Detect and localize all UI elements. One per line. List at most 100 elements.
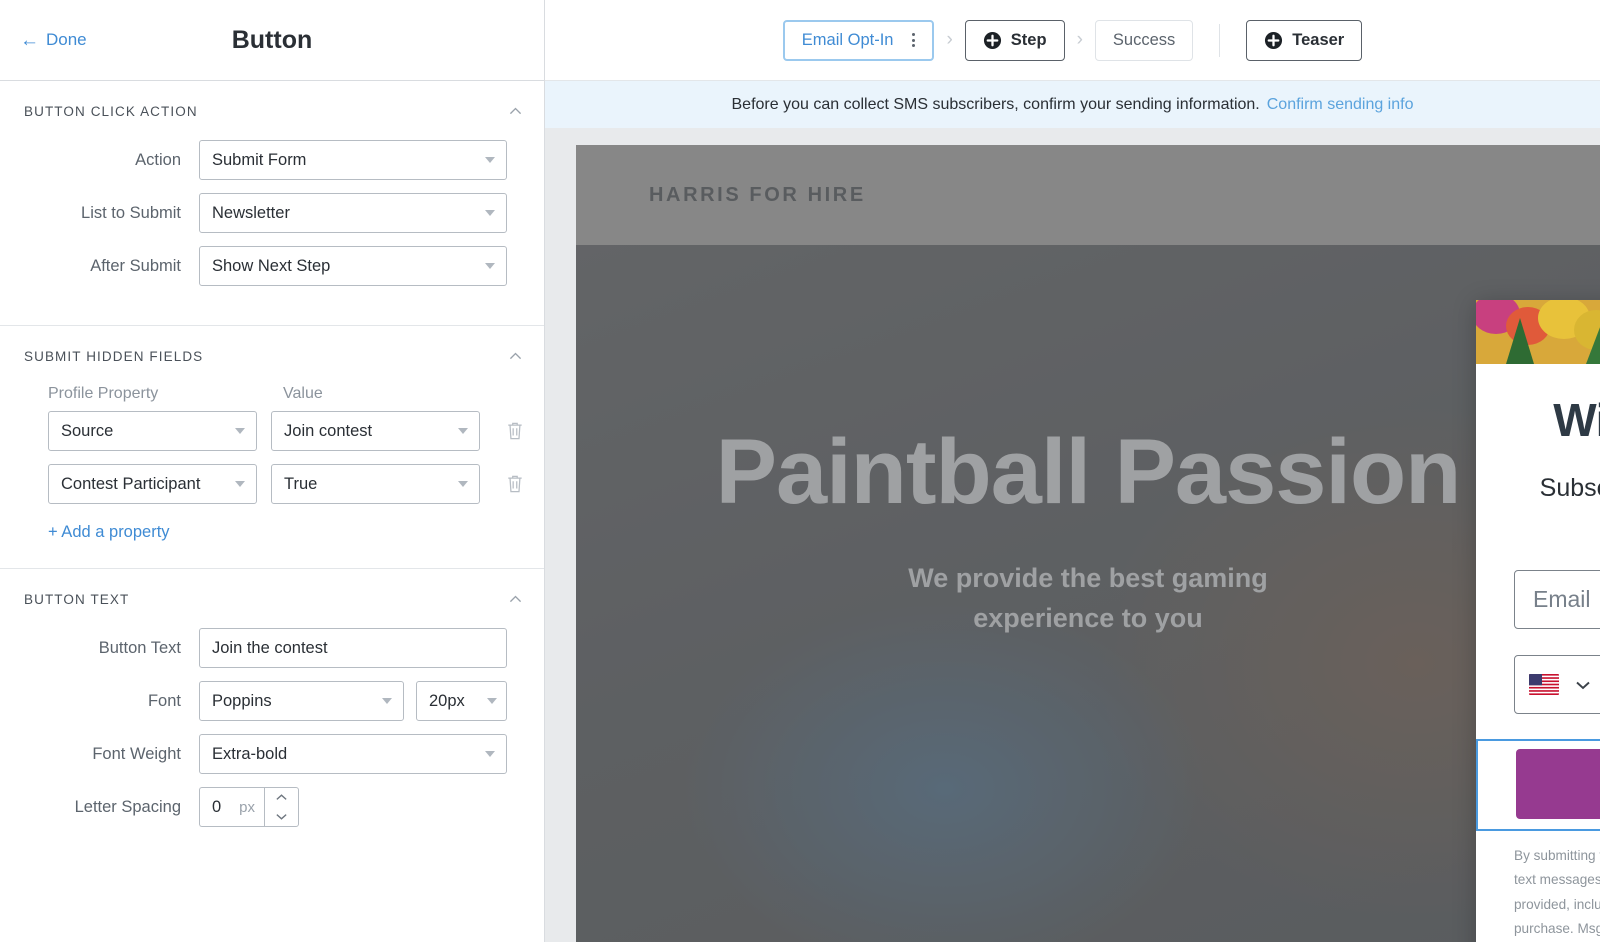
hero-subtitle-line-1: We provide the best gaming (908, 563, 1268, 593)
site-brand-logo: HARRIS FOR HIRE (649, 183, 866, 206)
done-button[interactable]: ← Done (20, 30, 87, 50)
field-label: List to Submit (81, 203, 181, 222)
field-font: Font Poppins 20px (24, 681, 524, 721)
done-label: Done (46, 30, 87, 49)
phone-field-wrap: Phone Number (1476, 655, 1600, 715)
tulips-photo-icon (1476, 300, 1600, 364)
divider (1219, 23, 1221, 57)
property-select[interactable]: Source (48, 411, 258, 451)
font-size-select[interactable]: 20px (416, 681, 507, 721)
chevron-down-icon (235, 428, 246, 434)
field-letter-spacing: Letter Spacing 0 px (24, 787, 524, 827)
popup-banner-image[interactable] (1476, 300, 1600, 364)
step-tab-success[interactable]: Success (1094, 19, 1194, 61)
field-label: Action (135, 150, 181, 169)
chevron-down-icon (458, 481, 469, 487)
popup-body: Win a free bouquet! Subscribe to our ema… (1476, 364, 1600, 542)
chevron-up-icon[interactable] (507, 348, 524, 365)
stepper-increment-button[interactable] (265, 788, 298, 807)
chevron-down-icon (487, 698, 497, 704)
phone-input[interactable]: Phone Number (1514, 655, 1600, 715)
site-hero: Paintball Passion We provide the best ga… (576, 245, 1600, 942)
field-action: Action Submit Form (24, 140, 524, 180)
stepper-decrement-button[interactable] (265, 807, 298, 826)
section-header-click-action[interactable]: BUTTON CLICK ACTION (24, 103, 524, 120)
back-arrow-icon: ← (20, 29, 39, 51)
trash-icon[interactable] (506, 420, 524, 442)
font-weight-select[interactable]: Extra-bold (199, 734, 507, 774)
list-to-submit-select[interactable]: Newsletter (199, 193, 507, 233)
button-text-input[interactable]: Join the contest (199, 628, 507, 668)
add-step-label: Step (1010, 30, 1047, 49)
hidden-fields-column-headers: Profile Property Value (24, 385, 524, 403)
column-header-profile-property: Profile Property (48, 385, 159, 402)
letter-spacing-unit: px (239, 798, 255, 816)
hidden-field-row: Source Join contest (24, 411, 524, 451)
font-family-select[interactable]: Poppins (199, 681, 404, 721)
step-tab-email-opt-in[interactable]: Email Opt-In (782, 19, 935, 61)
action-select[interactable]: Submit Form (199, 140, 507, 180)
chevron-down-icon (485, 751, 495, 757)
chevron-down-icon (485, 157, 495, 163)
font-family-value: Poppins (212, 691, 272, 710)
add-step-button[interactable]: Step (964, 19, 1065, 61)
section-header-button-text[interactable]: BUTTON TEXT (24, 591, 524, 608)
signup-popup-preview: Win a free bouquet! Subscribe to our ema… (1476, 300, 1600, 942)
step-tab-label: Success (1112, 30, 1176, 49)
chevron-down-icon (485, 263, 495, 269)
section-title: BUTTON TEXT (24, 592, 130, 607)
chevron-up-icon (276, 794, 287, 800)
step-separator-icon: › (1076, 29, 1083, 50)
field-button-text: Button Text Join the contest (24, 628, 524, 668)
field-label: Button Text (98, 638, 181, 657)
add-property-link[interactable]: + Add a property (24, 523, 170, 542)
chevron-up-icon[interactable] (507, 591, 524, 608)
trash-icon[interactable] (506, 473, 524, 495)
editor-main: Email Opt-In › Step › Success Teaser Bef… (545, 0, 1600, 942)
after-submit-select[interactable]: Show Next Step (199, 246, 507, 286)
section-button-click-action: BUTTON CLICK ACTION Action Submit Form L… (0, 81, 544, 326)
field-label: After Submit (90, 256, 181, 275)
panel-header: ← Done Button (0, 0, 544, 81)
button-settings-panel: ← Done Button BUTTON CLICK ACTION Action… (0, 0, 545, 942)
hidden-field-row: Contest Participant True (24, 464, 524, 504)
sms-disclaimer-text: By submitting this form and signing up f… (1476, 831, 1600, 942)
value-select[interactable]: Join contest (271, 411, 481, 451)
confirm-sending-info-link[interactable]: Confirm sending info (1267, 96, 1414, 114)
app-root: ← Done Button BUTTON CLICK ACTION Action… (0, 0, 1600, 942)
hero-title: Paintball Passion (715, 421, 1462, 523)
chevron-down-icon (458, 428, 469, 434)
chevron-down-icon (485, 210, 495, 216)
step-options-kebab-icon[interactable] (908, 29, 919, 51)
cta-selection-outline: Join the contest (1476, 739, 1600, 832)
field-label: Font Weight (92, 744, 181, 763)
popup-subheading: Subscribe to our email list to take part… (1539, 474, 1600, 503)
chevron-down-icon[interactable] (1575, 680, 1591, 690)
hero-subtitle: We provide the best gaming experience to… (908, 559, 1268, 639)
value-select-value: True (284, 474, 318, 493)
value-select[interactable]: True (271, 464, 481, 504)
font-size-value: 20px (429, 691, 465, 710)
preview-canvas: HARRIS FOR HIRE Paintball Passion We pro… (545, 128, 1600, 942)
join-contest-button[interactable]: Join the contest (1516, 749, 1600, 820)
field-label: Letter Spacing (74, 797, 181, 816)
us-flag-icon[interactable] (1529, 674, 1559, 696)
property-select[interactable]: Contest Participant (48, 464, 258, 504)
email-input[interactable]: Email (1514, 570, 1600, 630)
property-select-value: Contest Participant (61, 474, 201, 493)
chevron-down-icon (276, 814, 287, 820)
field-font-weight: Font Weight Extra-bold (24, 734, 524, 774)
section-title: BUTTON CLICK ACTION (24, 104, 198, 119)
sms-confirmation-banner: Before you can collect SMS subscribers, … (545, 81, 1600, 128)
add-teaser-label: Teaser (1292, 30, 1345, 49)
font-weight-value: Extra-bold (212, 744, 288, 763)
button-text-value: Join the contest (212, 638, 328, 657)
column-header-value: Value (283, 385, 323, 402)
letter-spacing-input[interactable]: 0 px (199, 787, 264, 827)
section-header-hidden-fields[interactable]: SUBMIT HIDDEN FIELDS (24, 348, 524, 365)
list-to-submit-value: Newsletter (212, 203, 290, 222)
add-teaser-button[interactable]: Teaser (1246, 19, 1363, 61)
font-controls: Poppins 20px (199, 681, 507, 721)
field-list-to-submit: List to Submit Newsletter (24, 193, 524, 233)
chevron-up-icon[interactable] (507, 103, 524, 120)
